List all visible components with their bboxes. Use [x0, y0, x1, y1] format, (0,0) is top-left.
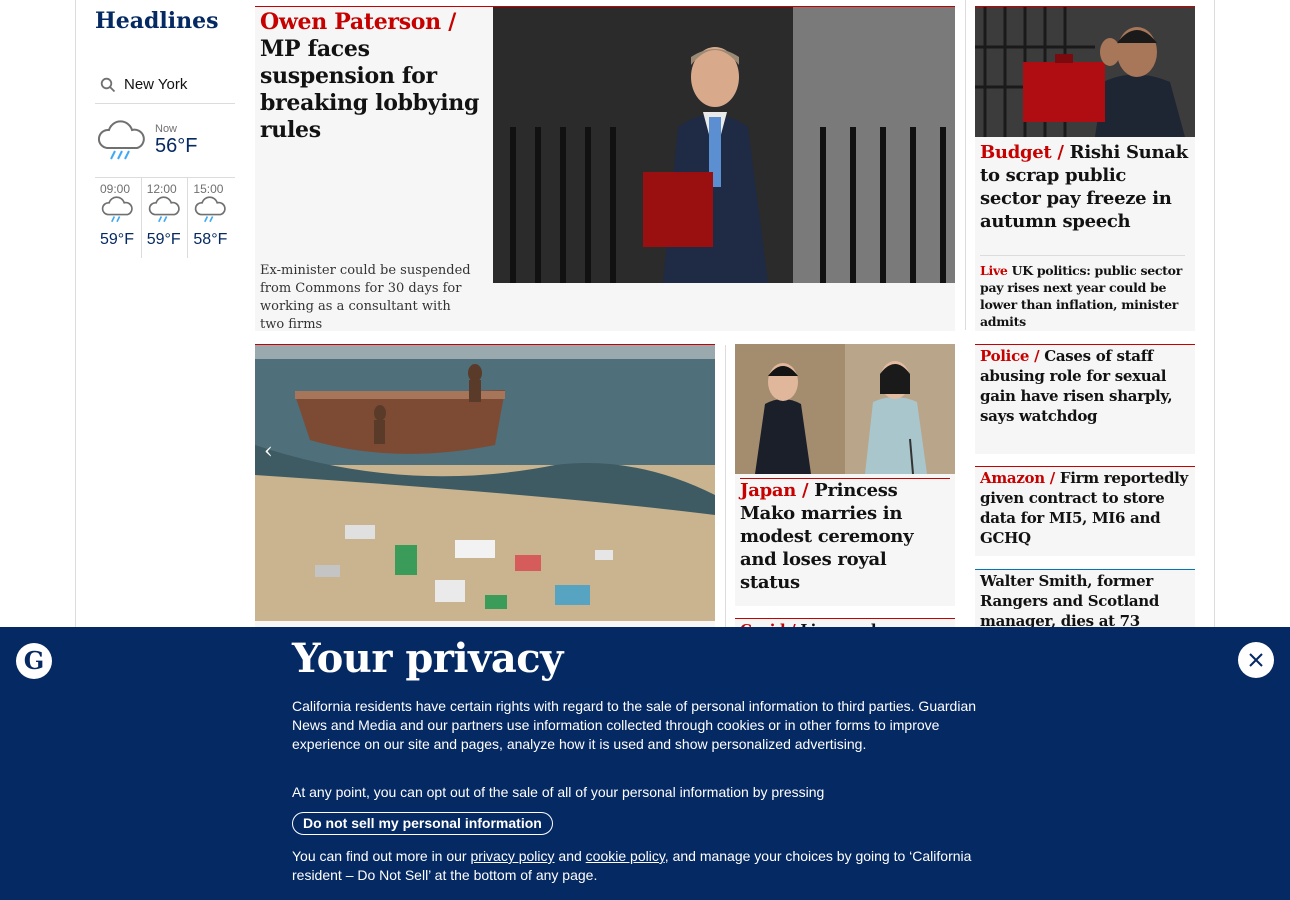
weather-location-field[interactable]: New York	[95, 66, 235, 104]
guardian-logo-icon: G	[16, 643, 52, 679]
lead-headline-text: MP faces suspension for breaking lobbyin…	[260, 36, 480, 143]
close-privacy-button[interactable]	[1238, 642, 1274, 678]
amazon-headline[interactable]: Amazon / Firm reportedly given contract …	[980, 468, 1192, 548]
japan-story-card[interactable]: Japan / Princess Mako marries in modest …	[735, 344, 955, 606]
amazon-kicker: Amazon /	[980, 469, 1055, 487]
lead-photo	[493, 7, 955, 283]
and-text: and	[558, 848, 582, 864]
forecast-temp: 58°F	[193, 231, 228, 248]
forecast-item: 15:00 58°F	[188, 178, 235, 258]
search-icon	[100, 77, 116, 92]
section-title: Headlines	[95, 8, 219, 34]
budget-kicker: Budget /	[980, 142, 1064, 163]
find-out-prefix: You can find out more in our	[292, 848, 467, 864]
weather-now-temp: 56°F	[155, 135, 198, 157]
lead-photo-illustration	[493, 7, 955, 283]
rain-cloud-icon	[195, 196, 227, 223]
privacy-body: California residents have certain rights…	[292, 698, 977, 752]
privacy-opt-out-text: At any point, you can opt out of the sal…	[292, 784, 825, 800]
japan-photo-illustration	[735, 344, 955, 474]
weather-now-label: Now	[155, 123, 178, 135]
rain-cloud-icon	[101, 196, 133, 223]
budget-headline[interactable]: Budget / Rishi Sunak to scrap public sec…	[980, 141, 1190, 233]
forecast-temp: 59°F	[100, 231, 134, 248]
live-text: UK politics: public sector pay rises nex…	[980, 263, 1182, 329]
privacy-policy-link[interactable]: privacy policy	[471, 848, 555, 864]
weather-widget: New York Now 56°F 09:00 59°F 12:00 59°F …	[95, 66, 235, 258]
column-divider	[965, 0, 966, 330]
column-divider	[725, 345, 726, 627]
live-blog-link[interactable]: Live UK politics: public sector pay rise…	[980, 255, 1185, 330]
privacy-banner: G Your privacy California residents have…	[0, 627, 1290, 900]
weather-forecast: 09:00 59°F 12:00 59°F 15:00 58°F	[95, 178, 235, 258]
japan-kicker: Japan /	[740, 480, 809, 501]
chevron-left-icon[interactable]: ‹	[264, 439, 273, 464]
japan-photo	[735, 344, 955, 474]
forecast-time: 12:00	[146, 182, 177, 196]
budget-photo-illustration	[975, 7, 1195, 137]
japan-headline[interactable]: Japan / Princess Mako marries in modest …	[740, 478, 950, 594]
amazon-story-card[interactable]: Amazon / Firm reportedly given contract …	[975, 466, 1195, 556]
close-icon	[1249, 653, 1263, 667]
forecast-temp: 59°F	[146, 231, 181, 248]
police-story-card[interactable]: Police / Cases of staff abusing role for…	[975, 344, 1195, 454]
walter-smith-headline[interactable]: Walter Smith, former Rangers and Scotlan…	[980, 571, 1180, 631]
budget-photo	[975, 7, 1195, 137]
lead-story-card[interactable]: Owen Paterson / MP faces suspension for …	[255, 6, 955, 331]
lead-kicker: Owen Paterson /	[260, 9, 456, 35]
lead-standfirst: Ex-minister could be suspended from Comm…	[260, 263, 471, 331]
police-headline[interactable]: Police / Cases of staff abusing role for…	[980, 346, 1192, 426]
feature-photo	[255, 345, 715, 621]
rain-cloud-icon	[98, 120, 145, 159]
rain-cloud-icon	[148, 196, 180, 223]
privacy-title: Your privacy	[292, 635, 563, 682]
do-not-sell-button[interactable]: Do not sell my personal information	[292, 812, 553, 835]
feature-story-card[interactable]: ‹	[255, 344, 715, 644]
police-kicker: Police /	[980, 347, 1040, 365]
forecast-item: 12:00 59°F	[142, 178, 189, 258]
live-label: Live	[980, 263, 1008, 278]
forecast-time: 09:00	[100, 182, 131, 196]
forecast-time: 15:00	[193, 182, 224, 196]
weather-now: Now 56°F	[95, 104, 235, 178]
lead-headline[interactable]: Owen Paterson / MP faces suspension for …	[260, 9, 485, 144]
cookie-policy-link[interactable]: cookie policy	[586, 848, 665, 864]
budget-story-card[interactable]: Budget / Rishi Sunak to scrap public sec…	[975, 6, 1195, 331]
weather-location: New York	[124, 76, 188, 93]
privacy-find-out-more: You can find out more in our privacy pol…	[292, 847, 992, 885]
forecast-item: 09:00 59°F	[95, 178, 142, 258]
feature-photo-illustration	[255, 345, 715, 621]
